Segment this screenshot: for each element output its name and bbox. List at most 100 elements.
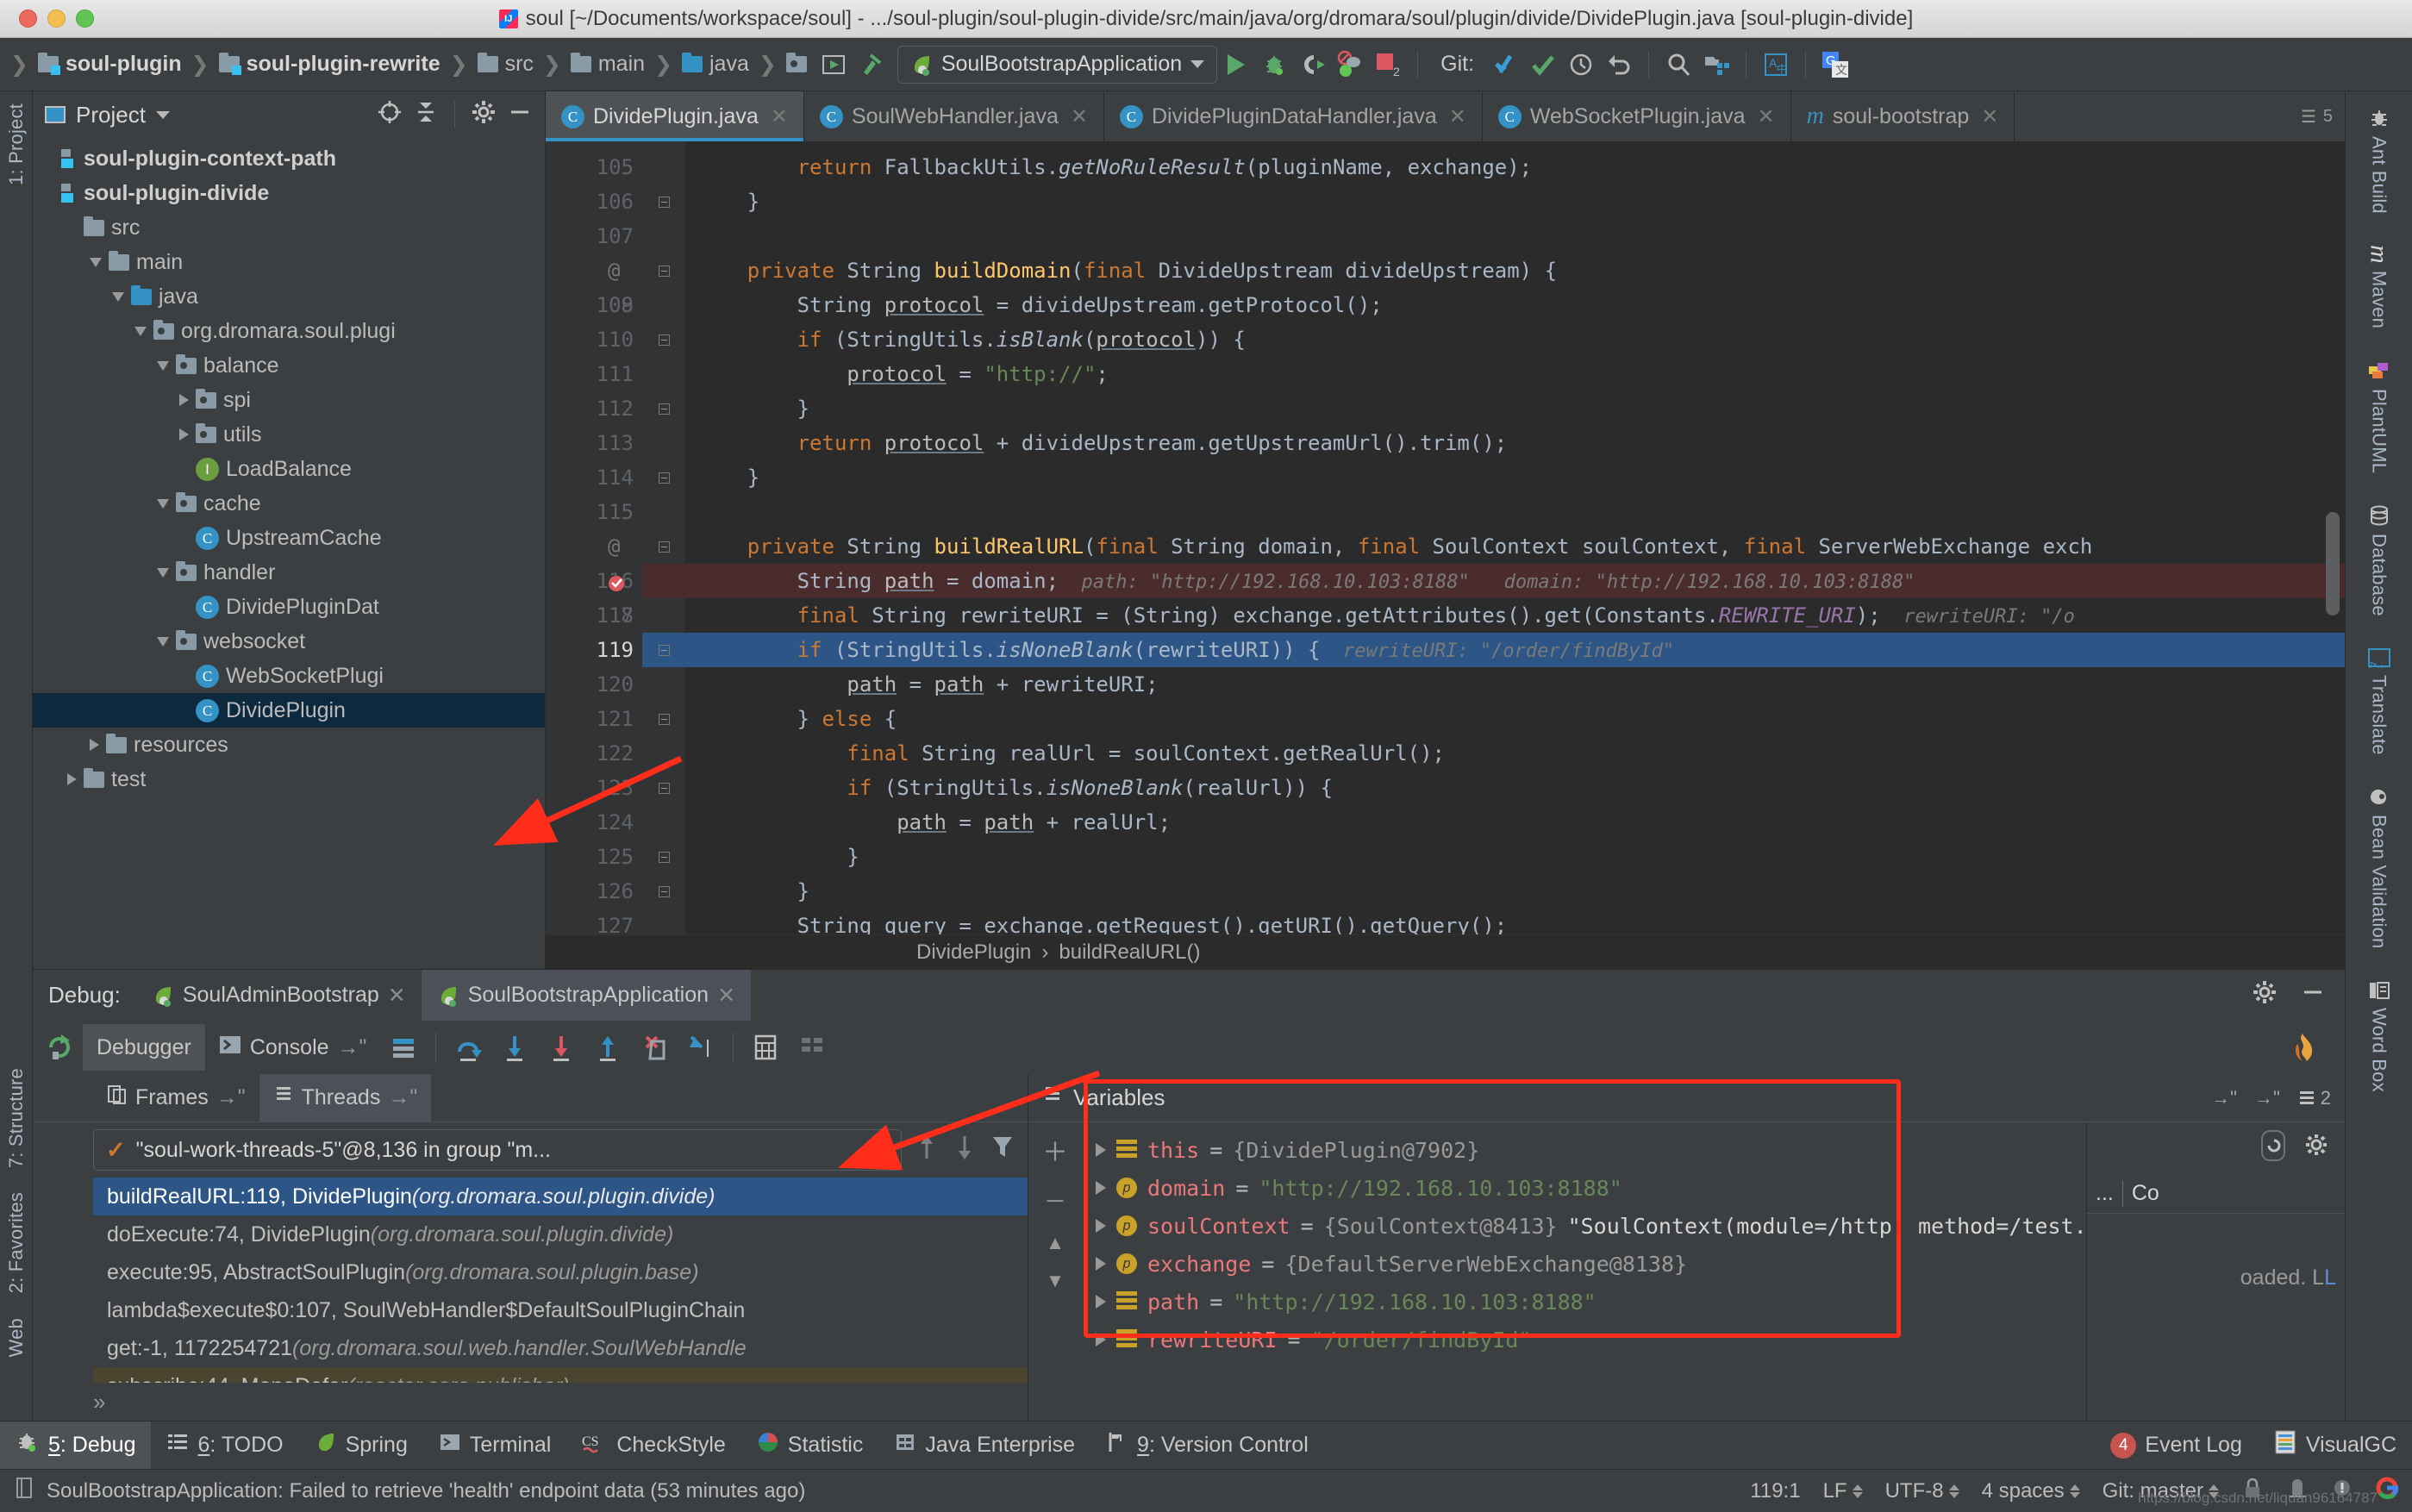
translate-icon[interactable]: A中 [1757, 46, 1795, 84]
fold-marker[interactable] [642, 702, 685, 736]
git-commit-icon[interactable] [1524, 46, 1562, 84]
mini-console-tab-label[interactable]: Co [2132, 1181, 2159, 1206]
caret-position[interactable]: 119:1 [1750, 1479, 1800, 1503]
search-icon[interactable] [1659, 46, 1697, 84]
code-line[interactable]: final String realUrl = soulContext.getRe… [685, 736, 2345, 771]
rail-tab-ant-build[interactable]: Ant Build [2363, 91, 2396, 229]
project-tree[interactable]: soul-plugin-context-path soul-plugin-divi… [33, 138, 545, 969]
toolwindow-button[interactable]: 9: Version Control [1090, 1421, 1324, 1470]
gear-icon[interactable] [2303, 1133, 2329, 1165]
fold-marker[interactable] [642, 840, 685, 874]
hide-panel-icon[interactable] [2300, 979, 2326, 1011]
breadcrumb-soul-plugin[interactable]: soul-plugin [30, 52, 190, 77]
google-icon[interactable] [2376, 1476, 2399, 1506]
filter-icon[interactable] [990, 1133, 1015, 1168]
line-separator[interactable]: LF [1823, 1479, 1863, 1503]
layout-settings-icon[interactable] [789, 1024, 835, 1071]
drop-frame-icon[interactable] [631, 1024, 678, 1071]
tree-node[interactable]: soul-plugin-divide [33, 176, 545, 210]
code-line[interactable]: if (StringUtils.isNoneBlank(rewriteURI))… [685, 633, 2345, 667]
rail-tab-translate[interactable]: A中 Translate [2362, 632, 2396, 771]
breadcrumb-class[interactable]: DividePlugin [916, 940, 1031, 965]
debug-flame-icon[interactable] [2279, 1024, 2326, 1071]
breadcrumb-main[interactable]: main [563, 52, 653, 77]
rail-tab-favorites[interactable]: 2: Favorites [2, 1180, 31, 1305]
tree-node[interactable]: test [33, 762, 545, 797]
subtab-frames[interactable]: Frames →" [93, 1074, 259, 1122]
move-down-icon[interactable]: ▼ [1046, 1270, 1065, 1292]
toolwindow-button[interactable]: CS CheckStyle [566, 1421, 740, 1470]
frame-row[interactable]: doExecute:74, DividePlugin (org.dromara.… [93, 1215, 1028, 1253]
close-icon[interactable]: ✕ [717, 983, 735, 1009]
debug-session-tab-admin[interactable]: SoulAdminBootstrap ✕ [136, 970, 422, 1022]
build-hammer-icon[interactable] [853, 46, 890, 84]
error-count-badge[interactable]: 2 [1369, 46, 1407, 84]
chevron-down-icon[interactable] [155, 110, 170, 119]
hide-panel-icon[interactable] [507, 99, 533, 131]
thread-selector[interactable]: ✓ "soul-work-threads-5"@8,136 in group "… [93, 1129, 902, 1171]
code-line[interactable]: private String buildRealURL(final String… [685, 529, 2345, 564]
variable-row[interactable]: this = {DividePlugin@7902} [1082, 1131, 2086, 1169]
step-over-icon[interactable] [445, 1024, 491, 1071]
remove-watch-icon[interactable]: － [1044, 1184, 1066, 1216]
project-structure-icon[interactable] [1697, 46, 1735, 84]
mini-console-overflow[interactable]: ... [2096, 1181, 2114, 1206]
chevron-down-icon[interactable] [157, 636, 169, 647]
frame-row[interactable]: lambda$execute$0:107, SoulWebHandler$Def… [93, 1291, 1028, 1329]
code-line[interactable]: } [685, 874, 2345, 909]
tree-node[interactable]: src [33, 210, 545, 245]
git-rollback-icon[interactable] [1600, 46, 1638, 84]
stop-debug-icon[interactable] [1331, 46, 1369, 84]
code-line[interactable]: if (StringUtils.isNoneBlank(realUrl)) { [685, 771, 2345, 805]
gear-icon[interactable] [2252, 979, 2278, 1011]
run-selected-button[interactable] [815, 46, 853, 84]
rail-tab-database[interactable]: Database [2363, 489, 2396, 632]
code-line[interactable]: } [685, 391, 2345, 426]
gear-icon[interactable] [471, 99, 497, 131]
code-line[interactable]: private String buildDomain(final DivideU… [685, 253, 2345, 288]
collapse-all-icon[interactable]: →" [2254, 1087, 2280, 1109]
code-line[interactable]: final String rewriteURI = (String) excha… [685, 598, 2345, 633]
chevron-right-icon[interactable] [67, 773, 77, 785]
move-up-icon[interactable]: ▲ [1046, 1232, 1065, 1254]
chevron-down-icon[interactable] [157, 498, 169, 509]
close-icon[interactable]: ✕ [771, 104, 788, 129]
toolwindow-button[interactable]: Statistic [741, 1421, 879, 1470]
tree-node[interactable]: java [33, 279, 545, 314]
code-line[interactable]: path = path + rewriteURI; [685, 667, 2345, 702]
tree-node[interactable]: C WebSocketPlugi [33, 659, 545, 693]
toolwindow-button[interactable]: 5: Debug [0, 1421, 152, 1470]
editor-tab[interactable]: C DividePlugin.java ✕ [546, 91, 804, 141]
tree-node[interactable]: cache [33, 486, 545, 521]
code-line[interactable]: if (StringUtils.isBlank(protocol)) { [685, 322, 2345, 357]
debug-button[interactable] [1255, 46, 1293, 84]
variable-row[interactable]: p soulContext = {SoulContext@8413} "SoulC… [1082, 1207, 2086, 1245]
step-out-icon[interactable] [584, 1024, 631, 1071]
tree-node[interactable]: C UpstreamCache [33, 521, 545, 555]
file-encoding[interactable]: UTF-8 [1885, 1479, 1959, 1503]
git-update-project-icon[interactable] [1486, 46, 1524, 84]
breadcrumb-method[interactable]: buildRealURL() [1059, 940, 1200, 965]
rail-tab-web[interactable]: Web [2, 1306, 31, 1369]
move-down-icon[interactable] [952, 1133, 978, 1168]
subtab-threads[interactable]: Threads →" [259, 1073, 432, 1122]
toolwindow-button[interactable]: 6: TODO [151, 1421, 298, 1470]
fold-marker[interactable] [642, 633, 685, 667]
code-viewport[interactable]: 105106107@108109110111112113114115@11611… [546, 141, 2345, 934]
tree-node[interactable]: spi [33, 383, 545, 417]
frame-row[interactable]: get:-1, 1172254721 (org.dromara.soul.web… [93, 1329, 1028, 1367]
close-icon[interactable]: ✕ [388, 983, 406, 1009]
move-up-icon[interactable] [914, 1133, 940, 1168]
code-line[interactable]: } [685, 460, 2345, 495]
chevron-down-icon[interactable] [90, 257, 102, 267]
chevron-down-icon[interactable] [134, 326, 147, 336]
code-line[interactable]: path = path + realUrl; [685, 805, 2345, 840]
chevron-right-icon[interactable] [1096, 1295, 1106, 1309]
mini-console-tabs[interactable]: ... Co [2087, 1174, 2345, 1214]
tree-node[interactable]: C DividePlugin [33, 693, 545, 728]
chevron-right-icon[interactable] [1096, 1257, 1106, 1271]
chevron-down-icon[interactable] [157, 567, 169, 578]
tree-node[interactable]: utils [33, 417, 545, 452]
chevron-right-icon[interactable] [179, 428, 189, 440]
editor-tab[interactable]: C SoulWebHandler.java ✕ [804, 91, 1104, 141]
